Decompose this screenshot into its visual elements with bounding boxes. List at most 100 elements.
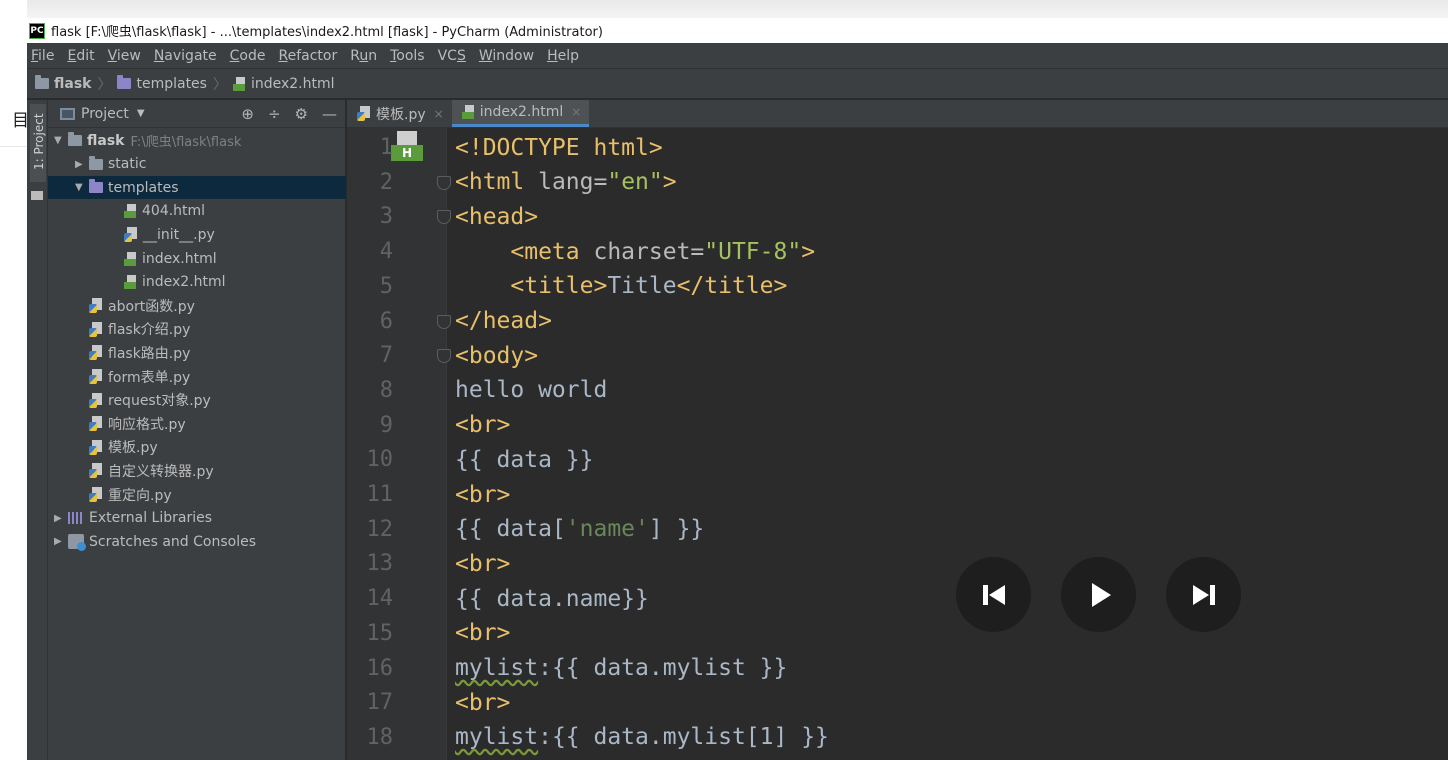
tree-item[interactable]: 404.html [48, 200, 346, 223]
fold-marker-icon[interactable] [437, 210, 451, 225]
tree-item[interactable]: flask路由.py [48, 341, 346, 364]
python-file-icon [89, 416, 104, 432]
tree-item[interactable]: ▶ Scratches and Consoles [48, 530, 346, 553]
tree-item-label: request对象.py [108, 393, 211, 410]
project-tool-button[interactable]: 1: Project [30, 104, 46, 182]
tree-item[interactable]: 自定义转换器.py [48, 459, 346, 482]
chevron-right-icon[interactable]: ▶ [54, 536, 68, 547]
line-number: 17 [366, 690, 394, 716]
menu-item[interactable]: Tools [390, 48, 425, 64]
code-token: <br> [455, 412, 511, 439]
previous-button[interactable] [956, 557, 1031, 632]
line-number: 3 [379, 204, 393, 230]
tree-item[interactable]: index2.html [48, 271, 346, 294]
menu-item-mnemonic: E [67, 47, 77, 64]
fold-marker-icon[interactable] [437, 314, 451, 329]
menu-item[interactable]: Run [350, 48, 377, 64]
menu-item-mnemonic: S [456, 47, 466, 64]
tree-item-label: static [108, 156, 147, 173]
menu-item-text: R [350, 47, 360, 64]
chevron-down-icon[interactable]: ▼ [137, 108, 145, 119]
breadcrumb-separator: 〉 [212, 76, 227, 93]
menu-item[interactable]: Navigate [154, 48, 217, 64]
code-line: 12 {{ data['name'] }} [347, 512, 1448, 547]
code-token: hello world [455, 377, 608, 404]
line-number: 1 [379, 135, 393, 160]
scratches-icon [68, 534, 86, 552]
tree-item[interactable]: __init__.py [48, 223, 346, 246]
editor-tab[interactable]: 模板.py × [347, 100, 452, 127]
tree-item-label: abort函数.py [108, 298, 195, 315]
tree-item[interactable]: flask介绍.py [48, 318, 346, 341]
tree-item[interactable]: ▶ static [48, 153, 346, 176]
menu-item-mnemonic: u [359, 47, 369, 64]
menu-item[interactable]: File [31, 48, 54, 64]
tree-item[interactable]: ▶ External Libraries [48, 507, 346, 530]
play-button[interactable] [1061, 557, 1136, 632]
code-line: 4 <meta charset="UTF-8"> [347, 234, 1448, 269]
menu-item[interactable]: Edit [67, 48, 94, 64]
tree-item[interactable]: request对象.py [48, 389, 346, 412]
code-line: 17 <br> [347, 685, 1448, 720]
chevron-right-icon[interactable]: ▶ [54, 513, 68, 524]
chevron-down-icon[interactable]: ▼ [75, 182, 89, 193]
breadcrumb-item[interactable]: index2.html [232, 76, 335, 92]
line-number: 5 [379, 273, 393, 299]
code-text: <body> [455, 343, 538, 369]
fold-marker-icon[interactable] [437, 349, 451, 364]
python-file-icon [89, 298, 104, 314]
target-icon[interactable]: ⊕ [241, 105, 254, 123]
tree-item[interactable]: abort函数.py [48, 294, 346, 317]
menu-item[interactable]: Help [547, 48, 579, 64]
code-token: <br> [455, 481, 511, 508]
next-button[interactable] [1166, 557, 1241, 632]
tree-item-label: form表单.py [108, 369, 191, 386]
code-text: <br> [455, 690, 510, 716]
tree-item-path: F:\爬虫\flask\flask [130, 135, 242, 150]
code-line: 8 hello world [347, 373, 1448, 408]
fold-marker-icon[interactable] [437, 175, 451, 190]
menu-item[interactable]: Window [479, 48, 534, 64]
tree-item[interactable]: 重定向.py [48, 483, 346, 506]
menu-item-mnemonic: W [478, 47, 493, 64]
chevron-down-icon[interactable]: ▼ [54, 135, 68, 146]
tree-item[interactable]: ▼ templates [48, 176, 346, 200]
chevron-right-icon[interactable]: ▶ [75, 159, 89, 170]
menu-item[interactable]: View [108, 48, 141, 64]
editor-tab[interactable]: index2.html × [451, 100, 590, 127]
python-file-icon [89, 321, 104, 337]
html-file-icon [461, 105, 476, 119]
tree-item[interactable]: 响应格式.py [48, 412, 346, 435]
menu-item[interactable]: VCS [438, 48, 466, 64]
line-number: 2 [379, 169, 393, 195]
close-icon[interactable]: × [571, 105, 581, 119]
tree-item-label: flask介绍.py [108, 322, 191, 339]
structure-folder-icon[interactable] [31, 191, 43, 200]
line-number: 15 [366, 620, 394, 646]
html-file-icon [124, 275, 138, 290]
breadcrumb-item[interactable]: flask [35, 75, 91, 92]
code-text: mylist:{{ data.mylist[1] }} [455, 724, 829, 750]
html-file-icon [232, 76, 247, 91]
tree-item[interactable]: ▼ flask F:\爬虫\flask\flask [48, 129, 346, 152]
project-view-label[interactable]: Project [81, 106, 129, 122]
menu-item[interactable]: Refactor [278, 48, 337, 64]
code-text: {{ data }} [455, 447, 593, 473]
python-file-icon [89, 345, 104, 361]
tree-item[interactable]: 模板.py [48, 436, 346, 459]
tree-item[interactable]: form表单.py [48, 365, 346, 388]
gear-icon[interactable]: ⚙ [295, 105, 308, 123]
collapse-icon[interactable]: ÷ [268, 105, 281, 123]
templates-folder-icon [117, 75, 132, 89]
minimize-icon[interactable]: — [322, 105, 337, 123]
code-line: 11 <br> [347, 477, 1448, 512]
menu-item-text: ools [396, 47, 425, 64]
pycharm-window: PC flask [F:\爬虫\flask\flask] - ...\templ… [27, 18, 1448, 760]
breadcrumb-item[interactable]: templates [117, 75, 207, 92]
tree-item-label: 自定义转换器.py [108, 463, 214, 480]
close-icon[interactable]: × [434, 107, 444, 121]
line-number: 12 [366, 516, 394, 542]
code-editor[interactable]: H 1 <!DOCTYPE html> 2 <html lang="en"> 3 <hea… [347, 128, 1448, 760]
tree-item[interactable]: index.html [48, 247, 346, 270]
menu-item[interactable]: Code [230, 48, 266, 64]
